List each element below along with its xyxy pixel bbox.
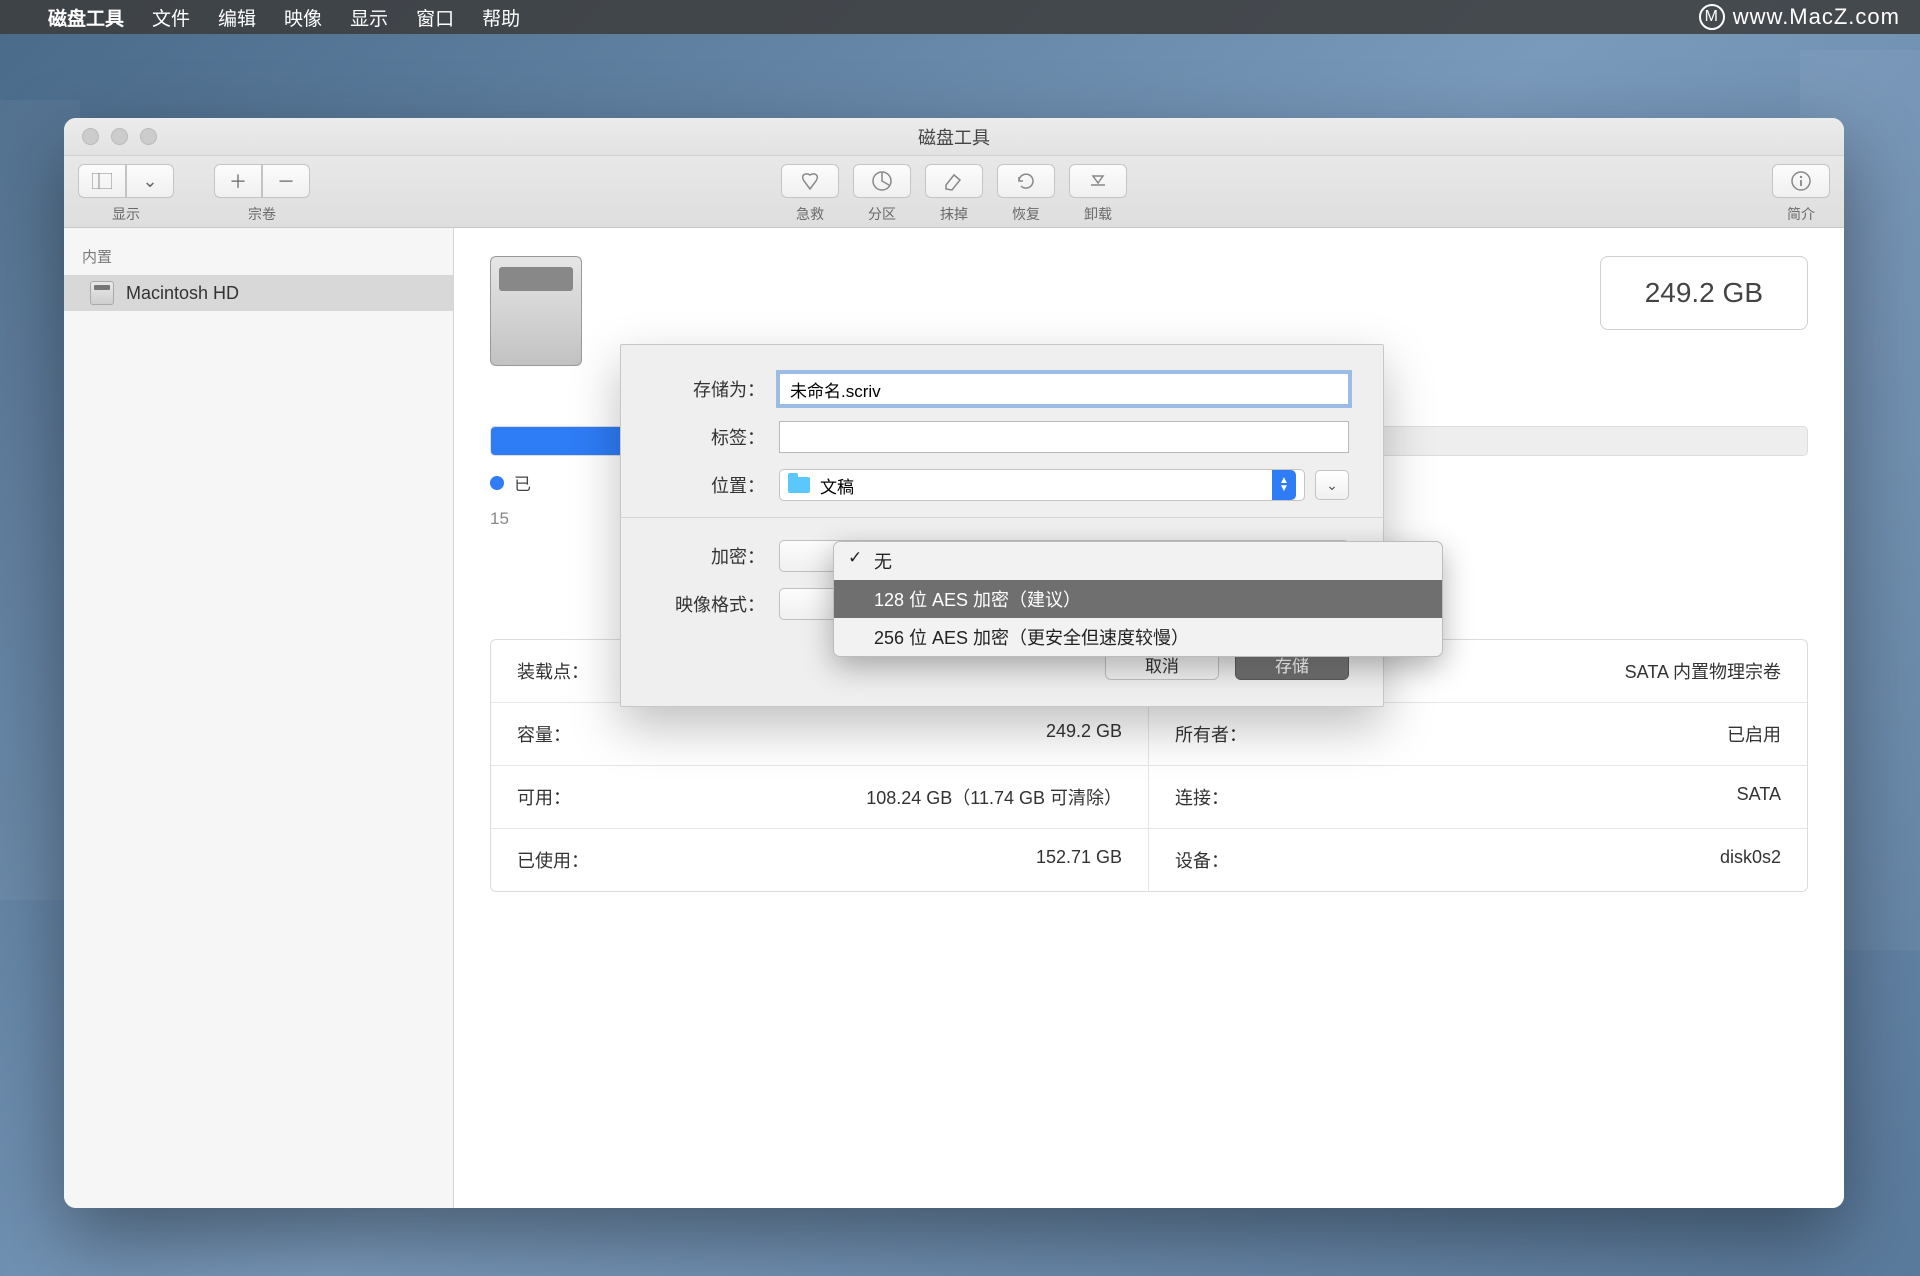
harddrive-icon [90, 281, 114, 305]
view-sidebar-toggle[interactable] [78, 164, 126, 198]
menu-window[interactable]: 窗口 [416, 4, 454, 31]
format-label: 映像格式： [655, 591, 765, 617]
partition-button[interactable] [853, 164, 911, 198]
disk-large-icon [490, 256, 582, 366]
where-value: 文稿 [820, 473, 854, 498]
encryption-dropdown-menu: 无 128 位 AES 加密（建议） 256 位 AES 加密（更安全但速度较慢… [833, 541, 1443, 657]
menu-image[interactable]: 映像 [284, 4, 322, 31]
toolbar-label-view: 显示 [112, 204, 140, 224]
legend-subtext: 15 [490, 509, 509, 529]
divider [621, 517, 1383, 518]
disk-size-badge: 249.2 GB [1600, 256, 1808, 330]
legend-text: 已 [514, 470, 531, 495]
detail-value: 249.2 GB [1046, 721, 1122, 747]
toolbar-label-restore: 恢复 [1012, 204, 1040, 224]
folder-icon [788, 477, 810, 493]
toolbar-label-erase: 抹掉 [940, 204, 968, 224]
where-popup[interactable]: 文稿 ▲▼ [779, 469, 1305, 501]
expand-browser-button[interactable]: ⌄ [1315, 470, 1349, 500]
sidebar-item-macintosh-hd[interactable]: Macintosh HD [64, 275, 453, 311]
menu-file[interactable]: 文件 [152, 4, 190, 31]
encrypt-label: 加密： [655, 543, 765, 569]
toolbar-label-firstaid: 急救 [796, 204, 824, 224]
toolbar: ⌄ 显示 ＋ － 宗卷 急救 分区 抹掉 恢复 卸载 简介 [64, 156, 1844, 228]
volume-add-button[interactable]: ＋ [214, 164, 262, 198]
toolbar-label-partition: 分区 [868, 204, 896, 224]
detail-key: 已使用： [517, 847, 589, 873]
toolbar-label-unmount: 卸载 [1084, 204, 1112, 224]
encryption-option-none[interactable]: 无 [834, 542, 1442, 580]
sidebar-item-label: Macintosh HD [126, 283, 239, 304]
traffic-lights[interactable] [64, 128, 157, 145]
encryption-option-aes256[interactable]: 256 位 AES 加密（更安全但速度较慢） [834, 618, 1442, 656]
detail-value: SATA [1737, 784, 1781, 810]
window-titlebar[interactable]: 磁盘工具 [64, 118, 1844, 156]
view-menu-chevron[interactable]: ⌄ [126, 164, 174, 198]
menu-help[interactable]: 帮助 [482, 4, 520, 31]
detail-key: 装载点： [517, 658, 589, 684]
window-title: 磁盘工具 [918, 124, 990, 150]
sidebar: 内置 Macintosh HD [64, 228, 454, 1208]
watermark-text: www.MacZ.com [1733, 4, 1900, 30]
app-menu[interactable]: 磁盘工具 [48, 4, 124, 31]
globe-icon: M [1699, 4, 1725, 30]
tags-label: 标签： [655, 424, 765, 450]
system-menubar: 磁盘工具 文件 编辑 映像 显示 窗口 帮助 M www.MacZ.com [0, 0, 1920, 34]
restore-button[interactable] [997, 164, 1055, 198]
menu-view[interactable]: 显示 [350, 4, 388, 31]
disk-utility-window: 磁盘工具 ⌄ 显示 ＋ － 宗卷 急救 分区 抹掉 恢复 卸载 [64, 118, 1844, 1208]
detail-key: 连接： [1175, 784, 1229, 810]
info-button[interactable] [1772, 164, 1830, 198]
close-icon[interactable] [82, 128, 99, 145]
save-sheet: 存储为： 标签： 位置： 文稿 ▲▼ ⌄ 加密： ▲▼ 映像格式： [620, 344, 1384, 707]
erase-button[interactable] [925, 164, 983, 198]
menu-edit[interactable]: 编辑 [218, 4, 256, 31]
minimize-icon[interactable] [111, 128, 128, 145]
volume-remove-button[interactable]: － [262, 164, 310, 198]
detail-value: 152.71 GB [1036, 847, 1122, 873]
detail-key: 所有者： [1175, 721, 1247, 747]
where-label: 位置： [655, 472, 765, 498]
sidebar-section-internal: 内置 [64, 238, 453, 275]
detail-key: 可用： [517, 784, 571, 810]
zoom-icon[interactable] [140, 128, 157, 145]
unmount-button[interactable] [1069, 164, 1127, 198]
save-as-input[interactable] [779, 373, 1349, 405]
encryption-option-aes128[interactable]: 128 位 AES 加密（建议） [834, 580, 1442, 618]
detail-value: 108.24 GB（11.74 GB 可清除） [866, 784, 1122, 810]
toolbar-label-info: 简介 [1787, 204, 1815, 224]
tags-input[interactable] [779, 421, 1349, 453]
save-as-label: 存储为： [655, 376, 765, 402]
legend-dot-icon [490, 476, 504, 490]
detail-key: 设备： [1175, 847, 1229, 873]
detail-key: 容量： [517, 721, 571, 747]
detail-value: 已启用 [1727, 721, 1781, 747]
updown-arrows-icon: ▲▼ [1272, 470, 1296, 500]
detail-value: disk0s2 [1720, 847, 1781, 873]
firstaid-button[interactable] [781, 164, 839, 198]
watermark: M www.MacZ.com [1699, 4, 1900, 30]
detail-value: SATA 内置物理宗卷 [1625, 658, 1781, 684]
toolbar-label-volume: 宗卷 [248, 204, 276, 224]
